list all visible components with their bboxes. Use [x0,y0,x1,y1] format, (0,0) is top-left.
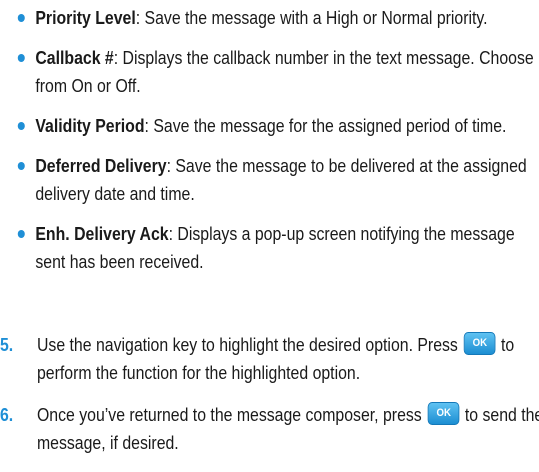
option-description: : Save the message for the assigned peri… [144,116,507,136]
option-term: Priority Level [35,8,136,28]
bullet-icon [17,122,25,130]
bullet-icon [17,162,25,170]
bullet-icon [17,14,25,22]
step-item: 6. Once you’ve returned to the message c… [0,401,539,457]
step-number: 5. [0,335,14,355]
list-item: Validity Period: Save the message for th… [16,112,539,140]
step-list: 5. Use the navigation key to highlight t… [0,331,539,471]
step-text: Use the navigation key to highlight the … [36,335,458,355]
option-description: : Save the message with a High or Normal… [135,8,488,28]
option-term: Callback # [35,48,114,68]
list-item: Callback #: Displays the callback number… [16,44,539,100]
option-term: Enh. Delivery Ack [35,224,169,244]
ok-key-label: OK [472,337,488,349]
option-term: Validity Period [35,116,145,136]
ok-key-icon: OK [427,402,460,425]
step-number: 6. [0,405,14,425]
ok-key-label: OK [436,407,451,419]
step-text: Once you’ve returned to the message comp… [36,405,422,425]
bullet-icon [17,54,25,62]
list-item: Priority Level: Save the message with a … [16,4,539,32]
list-item: Deferred Delivery: Save the message to b… [16,152,539,208]
bullet-icon [17,230,25,238]
option-term: Deferred Delivery [35,156,167,176]
option-list: Priority Level: Save the message with a … [16,4,534,288]
manual-page: Priority Level: Save the message with a … [0,0,539,472]
ok-key-icon: OK [464,332,496,355]
list-item: Enh. Delivery Ack: Displays a pop-up scr… [16,220,539,276]
step-item: 5. Use the navigation key to highlight t… [0,331,539,387]
